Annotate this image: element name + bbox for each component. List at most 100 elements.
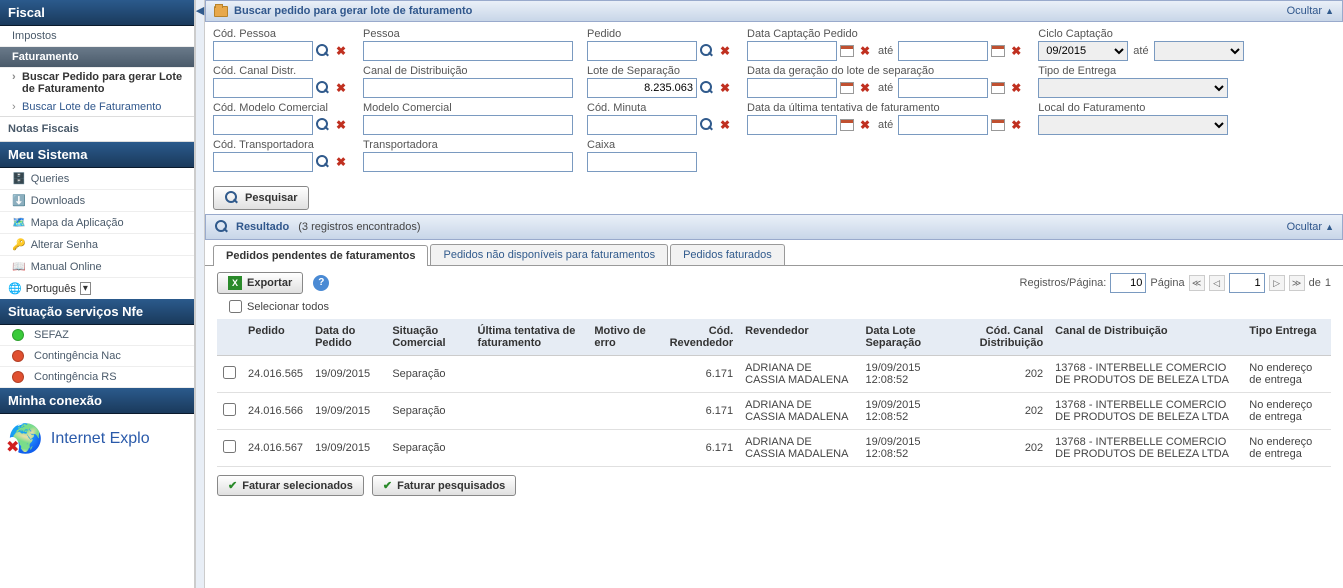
- sidebar-item-manual[interactable]: 📖Manual Online: [0, 256, 194, 278]
- pager-reg-input[interactable]: [1110, 273, 1146, 293]
- pager-last[interactable]: ≫: [1289, 275, 1305, 291]
- search-panel-collapse[interactable]: Ocultar ▲: [1287, 5, 1334, 17]
- input-transp[interactable]: [363, 152, 573, 172]
- result-panel-collapse[interactable]: Ocultar ▲: [1287, 221, 1334, 233]
- col-ult-tent[interactable]: Última tentativa de faturamento: [472, 319, 589, 356]
- sidebar-item-downloads[interactable]: ⬇️Downloads: [0, 190, 194, 212]
- sidebar-item-alterar-senha[interactable]: 🔑Alterar Senha: [0, 234, 194, 256]
- col-tipo-ent[interactable]: Tipo Entrega: [1243, 319, 1331, 356]
- input-cod-canal[interactable]: [213, 78, 313, 98]
- clear-pedido[interactable]: ✖: [717, 43, 733, 59]
- input-modelo[interactable]: [363, 115, 573, 135]
- label-canal: Canal de Distribuição: [363, 65, 573, 77]
- pager-prev[interactable]: ◁: [1209, 275, 1225, 291]
- input-data-ger-from[interactable]: [747, 78, 837, 98]
- col-data-lote[interactable]: Data Lote Separação: [859, 319, 948, 356]
- cell-cod-canal: 202: [949, 356, 1049, 393]
- select-all-checkbox[interactable]: [229, 300, 242, 313]
- col-revendedor[interactable]: Revendedor: [739, 319, 859, 356]
- col-cod-canal[interactable]: Cód. Canal Distribuição: [949, 319, 1049, 356]
- label-lote-sep: Lote de Separação: [587, 65, 733, 77]
- lookup-pedido[interactable]: [699, 43, 715, 59]
- input-pedido[interactable]: [587, 41, 697, 61]
- clear-data-ult-to[interactable]: ✖: [1008, 117, 1024, 133]
- cal-data-ger-to[interactable]: [990, 80, 1006, 96]
- cell-tipo: No endereço de entrega: [1243, 356, 1331, 393]
- lookup-cod-transp[interactable]: [315, 154, 331, 170]
- input-cod-transp[interactable]: [213, 152, 313, 172]
- sidebar-item-queries[interactable]: 🗄️Queries: [0, 168, 194, 190]
- clear-lote-sep[interactable]: ✖: [717, 80, 733, 96]
- input-lote-sep[interactable]: [587, 78, 697, 98]
- sidebar-sub-buscar-pedido[interactable]: Buscar Pedido para gerar Lote de Faturam…: [0, 68, 194, 98]
- clear-data-capt-from[interactable]: ✖: [857, 43, 873, 59]
- input-data-ult-from[interactable]: [747, 115, 837, 135]
- lookup-cod-pessoa[interactable]: [315, 43, 331, 59]
- row-checkbox[interactable]: [223, 366, 236, 379]
- select-tipo-entrega[interactable]: [1038, 78, 1228, 98]
- col-canal[interactable]: Canal de Distribuição: [1049, 319, 1243, 356]
- col-motivo[interactable]: Motivo de erro: [588, 319, 652, 356]
- status-dot-red-icon: [12, 371, 24, 383]
- help-button[interactable]: ?: [313, 275, 329, 291]
- sidebar-item-impostos[interactable]: Impostos: [0, 26, 194, 47]
- clear-data-capt-to[interactable]: ✖: [1008, 43, 1024, 59]
- sidebar-item-notas-fiscais[interactable]: Notas Fiscais: [0, 116, 194, 142]
- input-data-ger-to[interactable]: [898, 78, 988, 98]
- select-local-fat[interactable]: [1038, 115, 1228, 135]
- input-pessoa[interactable]: [363, 41, 573, 61]
- chevron-up-icon: ▲: [1325, 6, 1334, 16]
- clear-cod-pessoa[interactable]: ✖: [333, 43, 349, 59]
- pager-next[interactable]: ▷: [1269, 275, 1285, 291]
- sidebar-item-faturamento[interactable]: Faturamento: [0, 47, 194, 68]
- col-pedido[interactable]: Pedido: [242, 319, 309, 356]
- cal-data-ult-to[interactable]: [990, 117, 1006, 133]
- cal-data-capt-to[interactable]: [990, 43, 1006, 59]
- pager-first[interactable]: ≪: [1189, 275, 1205, 291]
- input-cod-modelo[interactable]: [213, 115, 313, 135]
- col-cod-rev[interactable]: Cód. Revendedor: [652, 319, 739, 356]
- faturar-pesquisados-button[interactable]: ✔Faturar pesquisados: [372, 475, 516, 496]
- clear-data-ger-to[interactable]: ✖: [1008, 80, 1024, 96]
- faturar-selecionados-button[interactable]: ✔Faturar selecionados: [217, 475, 364, 496]
- tab-pendentes[interactable]: Pedidos pendentes de faturamentos: [213, 245, 428, 266]
- map-icon: 🗺️: [12, 216, 26, 229]
- col-sit-com[interactable]: Situação Comercial: [386, 319, 471, 356]
- clear-cod-canal[interactable]: ✖: [333, 80, 349, 96]
- cal-data-ult-from[interactable]: [839, 117, 855, 133]
- exportar-button[interactable]: XExportar: [217, 272, 303, 294]
- clear-cod-transp[interactable]: ✖: [333, 154, 349, 170]
- sidebar-item-mapa[interactable]: 🗺️Mapa da Aplicação: [0, 212, 194, 234]
- clear-cod-minuta[interactable]: ✖: [717, 117, 733, 133]
- input-data-capt-from[interactable]: [747, 41, 837, 61]
- lookup-lote-sep[interactable]: [699, 80, 715, 96]
- clear-data-ult-from[interactable]: ✖: [857, 117, 873, 133]
- input-canal[interactable]: [363, 78, 573, 98]
- input-cod-minuta[interactable]: [587, 115, 697, 135]
- select-ciclo-from[interactable]: 09/2015: [1038, 41, 1128, 61]
- row-checkbox[interactable]: [223, 403, 236, 416]
- cal-data-ger-from[interactable]: [839, 80, 855, 96]
- select-ciclo-to[interactable]: [1154, 41, 1244, 61]
- pesquisar-button[interactable]: Pesquisar: [213, 186, 309, 210]
- sidebar-sub-buscar-lote[interactable]: Buscar Lote de Faturamento: [0, 98, 194, 116]
- row-checkbox[interactable]: [223, 440, 236, 453]
- lookup-cod-modelo[interactable]: [315, 117, 331, 133]
- clear-data-ger-from[interactable]: ✖: [857, 80, 873, 96]
- input-data-capt-to[interactable]: [898, 41, 988, 61]
- input-data-ult-to[interactable]: [898, 115, 988, 135]
- input-cod-pessoa[interactable]: [213, 41, 313, 61]
- tab-faturados[interactable]: Pedidos faturados: [670, 244, 785, 265]
- lookup-cod-minuta[interactable]: [699, 117, 715, 133]
- tab-nao-disponiveis[interactable]: Pedidos não disponíveis para faturamento…: [430, 244, 668, 265]
- pager-page-input[interactable]: [1229, 273, 1265, 293]
- dropdown-icon[interactable]: ▾: [80, 282, 91, 295]
- cal-data-capt-from[interactable]: [839, 43, 855, 59]
- col-data-pedido[interactable]: Data do Pedido: [309, 319, 386, 356]
- lookup-cod-canal[interactable]: [315, 80, 331, 96]
- language-selector[interactable]: 🌐Português▾: [0, 278, 194, 299]
- label-caixa: Caixa: [587, 139, 697, 151]
- clear-cod-modelo[interactable]: ✖: [333, 117, 349, 133]
- input-caixa[interactable]: [587, 152, 697, 172]
- sidebar-collapse-handle[interactable]: ◀: [195, 0, 205, 588]
